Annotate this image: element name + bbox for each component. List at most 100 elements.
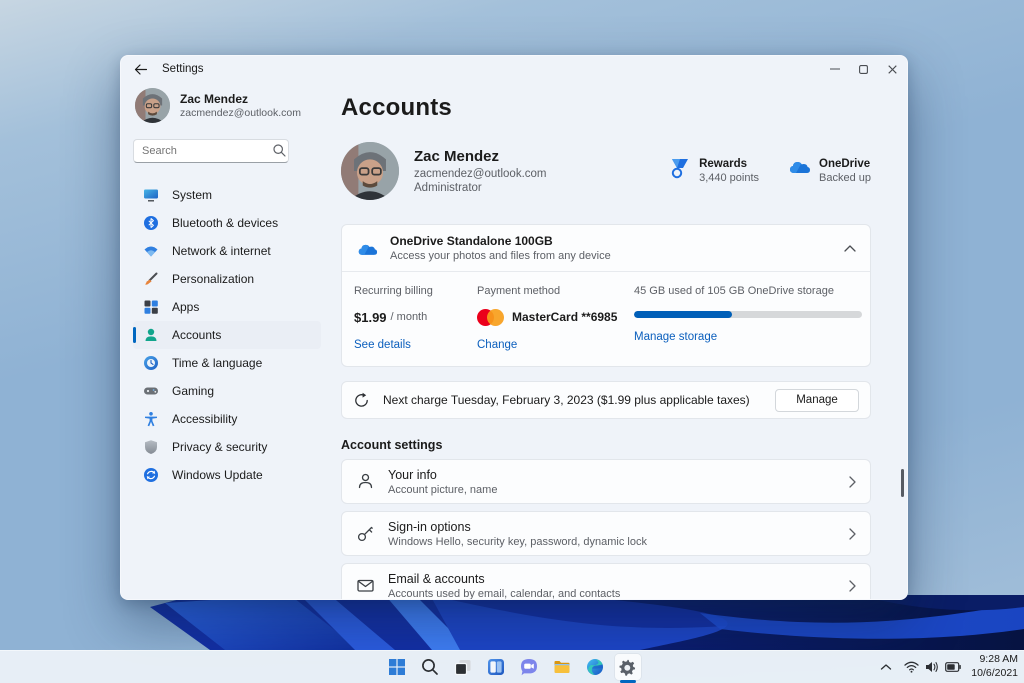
sidebar-item-label: Accessibility [172,412,238,426]
payment-label: Payment method [477,285,561,297]
window-scrollbar-thumb[interactable] [901,469,904,497]
taskbar-clock[interactable]: 9:28 AM 10/6/2021 [967,653,1018,680]
onedrive-card-title: OneDrive Standalone 100GB [390,234,553,248]
time-language-icon [144,356,158,370]
payment-column: Payment method MasterCard **6985 Change [477,285,634,351]
settings-gear-icon [619,659,636,676]
file-explorer-icon [554,661,569,673]
bluetooth-icon [144,216,158,230]
task-view-button[interactable] [450,654,476,680]
volume-icon[interactable] [925,661,939,673]
battery-icon[interactable] [945,662,962,672]
sidebar-item-label: Personalization [172,272,255,286]
sign-in-options-row[interactable]: Sign-in options Windows Hello, security … [341,511,871,556]
widgets-icon [487,659,504,675]
sidebar: Zac Mendez zacmendez@outlook.com Search … [121,82,333,599]
sidebar-item-bluetooth[interactable]: Bluetooth & devices [133,209,321,237]
see-details-link[interactable]: See details [354,339,477,351]
next-charge-text: Next charge Tuesday, February 3, 2023 ($… [383,393,750,407]
sidebar-profile[interactable]: Zac Mendez zacmendez@outlook.com [133,88,321,123]
search-input[interactable] [133,139,289,163]
sidebar-item-network[interactable]: Network & internet [133,237,321,265]
accessibility-icon [145,412,157,427]
row-title: Email & accounts [388,571,485,586]
sidebar-item-time-language[interactable]: Time & language [133,349,321,377]
chat-button[interactable] [516,654,542,680]
sidebar-user-name: Zac Mendez [180,92,249,106]
sidebar-item-label: Gaming [172,384,215,398]
onedrive-cloud-icon [358,244,378,255]
edge-button[interactable] [582,654,608,680]
sidebar-item-label: System [172,188,213,202]
your-info-row[interactable]: Your info Account picture, name [341,459,871,504]
onedrive-card: OneDrive Standalone 100GB Access your ph… [341,224,871,367]
personalization-icon [145,272,158,285]
sidebar-item-apps[interactable]: Apps [133,293,321,321]
apps-icon [144,300,158,314]
taskbar-icons [0,654,1024,683]
task-view-icon [454,660,470,676]
page-title: Accounts [341,94,452,121]
search-icon [273,144,286,157]
chevron-right-icon [849,527,856,540]
rewards-points: 3,440 points [699,172,760,184]
billing-period: / month [390,311,428,323]
rewards-icon [671,159,689,179]
tray-chevron-up-icon[interactable] [880,663,892,671]
onedrive-icon [790,162,811,173]
sidebar-nav: System Bluetooth & devices Network & int… [133,181,321,489]
accounts-icon [145,328,157,341]
row-title: Sign-in options [388,519,471,534]
profile-avatar [341,142,399,200]
onedrive-badge[interactable]: OneDrive Backed up [787,158,871,184]
storage-progress-fill [634,311,732,318]
wifi-icon[interactable] [904,661,919,673]
onedrive-card-subtitle: Access your photos and files from any de… [390,250,611,262]
rewards-badge[interactable]: Rewards 3,440 points [669,158,759,184]
system-icon [144,189,158,202]
sidebar-item-label: Apps [172,300,200,314]
sidebar-item-accounts[interactable]: Accounts [133,321,321,349]
taskbar: 9:28 AM 10/6/2021 [0,650,1024,683]
file-explorer-button[interactable] [549,654,575,680]
search-box [133,139,321,163]
onedrive-card-body: Recurring billing $1.99 / month See deta… [342,271,870,366]
clock-date: 10/6/2021 [971,667,1018,679]
maximize-button[interactable] [849,56,878,82]
chat-icon [520,659,537,676]
close-button[interactable] [878,56,907,82]
your-info-icon [358,473,373,489]
sidebar-item-windows-update[interactable]: Windows Update [133,461,321,489]
minimize-button[interactable] [820,56,849,82]
manage-storage-link[interactable]: Manage storage [634,331,862,343]
sign-in-icon [357,526,373,542]
row-subtitle: Accounts used by email, calendar, and co… [388,587,621,600]
change-link[interactable]: Change [477,339,634,351]
sidebar-item-system[interactable]: System [133,181,321,209]
sidebar-item-privacy-security[interactable]: Privacy & security [133,433,321,461]
settings-taskbar-button[interactable] [614,654,641,683]
search-taskbar-button[interactable] [417,654,443,680]
row-subtitle: Windows Hello, security key, password, d… [388,535,647,548]
widgets-button[interactable] [483,654,509,680]
row-subtitle: Account picture, name [388,483,498,496]
search-icon [421,659,438,675]
start-button[interactable] [384,654,410,680]
rewards-title: Rewards [699,158,748,170]
sidebar-item-accessibility[interactable]: Accessibility [133,405,321,433]
email-accounts-row[interactable]: Email & accounts Accounts used by email,… [341,563,871,600]
system-tray: 9:28 AM 10/6/2021 [880,653,1018,680]
back-icon[interactable] [134,63,147,75]
desktop: Settings Zac Mendez zacmendez@outlook.co… [0,0,1024,683]
sidebar-item-gaming[interactable]: Gaming [133,377,321,405]
chevron-up-icon[interactable] [844,244,856,252]
profile-email: zacmendez@outlook.com [414,168,547,180]
payment-method: MasterCard **6985 [512,310,618,324]
edge-icon [586,659,603,675]
sidebar-item-personalization[interactable]: Personalization [133,265,321,293]
onedrive-status-sub: Backed up [819,172,871,184]
manage-button[interactable]: Manage [775,388,859,412]
main-content: Accounts Zac Mendez zacmendez@outlook.co… [333,82,907,599]
onedrive-card-header[interactable]: OneDrive Standalone 100GB Access your ph… [342,225,870,271]
sidebar-avatar [135,88,170,123]
